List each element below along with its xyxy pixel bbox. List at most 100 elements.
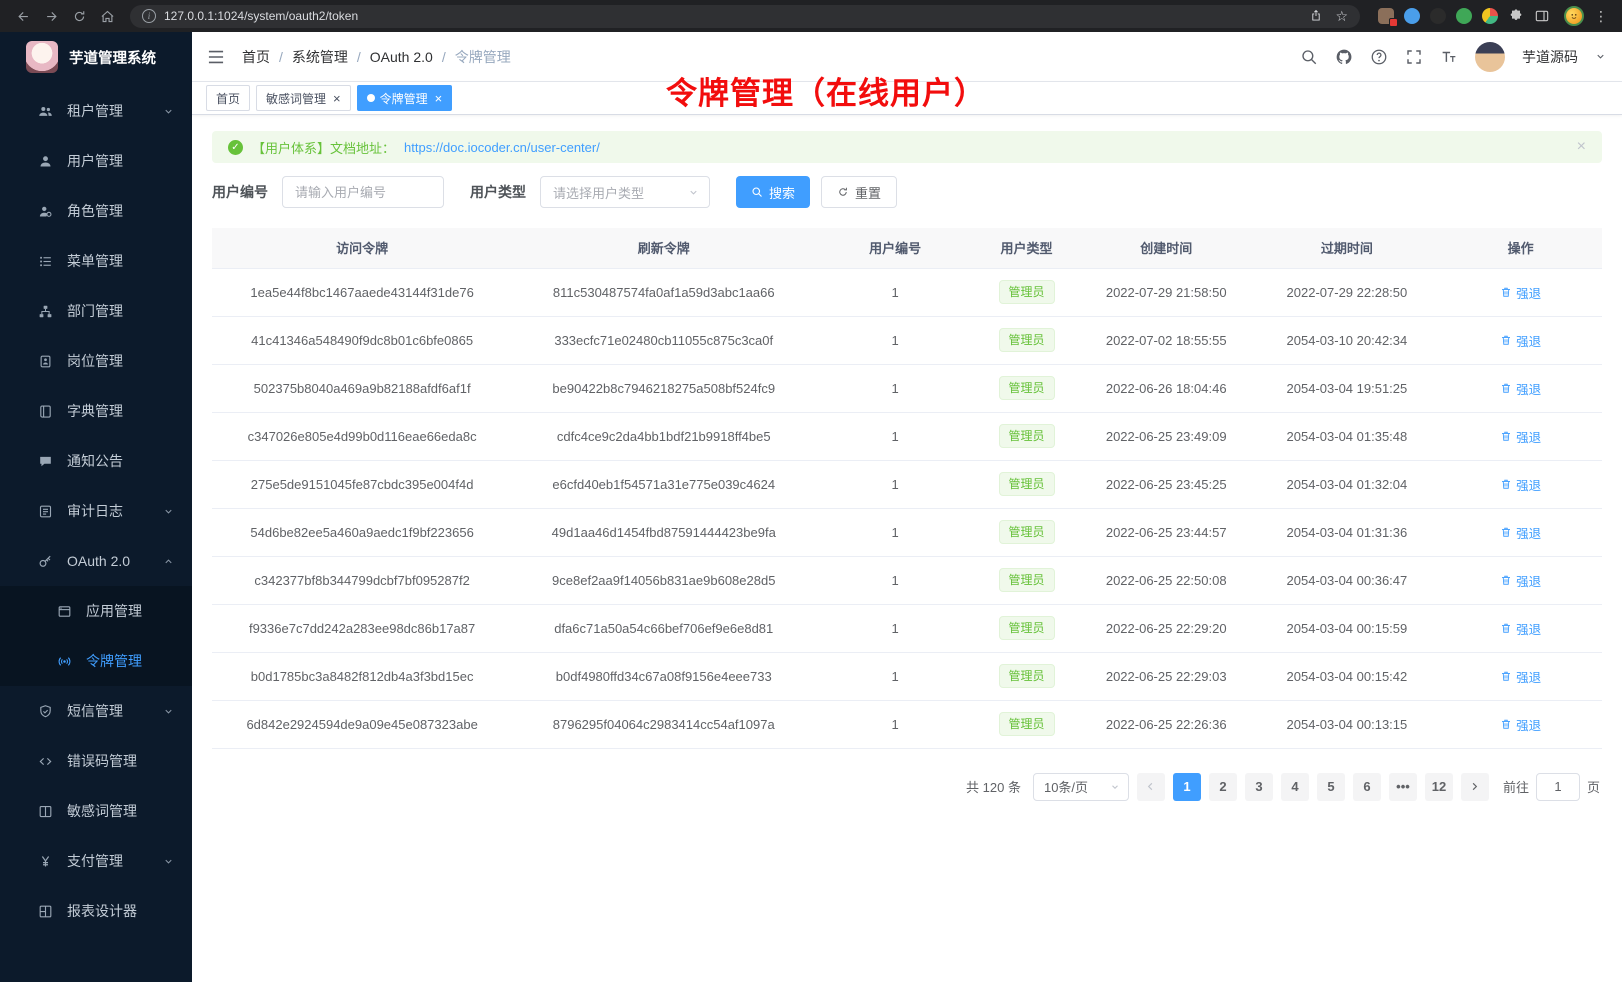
trash-icon: [1500, 286, 1512, 298]
chevron-down-icon: [163, 706, 174, 717]
page-button[interactable]: 2: [1209, 773, 1237, 801]
user-type-cell: 管理员: [975, 508, 1078, 556]
force-logout-button[interactable]: 强退: [1500, 619, 1541, 638]
chevron-down-icon[interactable]: [1595, 51, 1606, 62]
back-icon[interactable]: [10, 3, 36, 29]
actions-cell: 强退: [1439, 460, 1602, 508]
sidebar-item[interactable]: 错误码管理: [0, 736, 192, 786]
table-row: 41c41346a548490f9dc8b01c6bfe0865 333ecfc…: [212, 316, 1602, 364]
font-size-icon[interactable]: [1440, 48, 1458, 66]
help-icon[interactable]: [1370, 48, 1388, 66]
created-time-cell: 2022-06-25 22:29:03: [1078, 652, 1255, 700]
page-button[interactable]: 6: [1353, 773, 1381, 801]
user-type-badge: 管理员: [999, 424, 1055, 448]
page-button[interactable]: 4: [1281, 773, 1309, 801]
browser-profile-avatar[interactable]: [1564, 6, 1584, 26]
sidebar-item[interactable]: 敏感词管理: [0, 786, 192, 836]
breadcrumb-item[interactable]: 首页: [242, 47, 270, 67]
actions-cell: 强退: [1439, 700, 1602, 748]
page-button[interactable]: 12: [1425, 773, 1453, 801]
force-logout-button[interactable]: 强退: [1500, 283, 1541, 302]
extension-icon[interactable]: [1456, 8, 1472, 24]
site-info-icon[interactable]: i: [142, 9, 156, 23]
fullscreen-icon[interactable]: [1405, 48, 1423, 66]
tab[interactable]: 令牌管理×: [357, 85, 453, 111]
page-button[interactable]: 3: [1245, 773, 1273, 801]
url-bar[interactable]: i 127.0.0.1:1024/system/oauth2/token ☆: [130, 5, 1360, 28]
user-type-select[interactable]: 请选择用户类型: [540, 176, 710, 208]
user-type-cell: 管理员: [975, 364, 1078, 412]
sidebar-item[interactable]: 岗位管理: [0, 336, 192, 386]
forward-icon[interactable]: [38, 3, 64, 29]
actions-cell: 强退: [1439, 316, 1602, 364]
force-logout-button[interactable]: 强退: [1500, 523, 1541, 542]
force-logout-button[interactable]: 强退: [1500, 427, 1541, 446]
github-icon[interactable]: [1335, 48, 1353, 66]
sidebar-item[interactable]: OAuth 2.0: [0, 536, 192, 586]
user-type-badge: 管理员: [999, 328, 1055, 352]
refresh-token-cell: 811c530487574fa0af1a59d3abc1aa66: [512, 268, 815, 316]
access-token-cell: c347026e805e4d99b0d116eae66eda8c: [212, 412, 512, 460]
user-id-input[interactable]: [282, 176, 444, 208]
username[interactable]: 芋道源码: [1522, 47, 1578, 67]
refresh-icon[interactable]: [66, 3, 92, 29]
side-panel-icon[interactable]: [1534, 8, 1550, 24]
extensions-puzzle-icon[interactable]: [1508, 8, 1524, 24]
close-tab-icon[interactable]: ×: [435, 92, 443, 105]
page-button[interactable]: 1: [1173, 773, 1201, 801]
home-icon[interactable]: [94, 3, 120, 29]
sidebar-subitem[interactable]: 令牌管理: [0, 636, 192, 686]
sidebar-item[interactable]: 短信管理: [0, 686, 192, 736]
force-logout-button[interactable]: 强退: [1500, 715, 1541, 734]
sidebar-item[interactable]: 部门管理: [0, 286, 192, 336]
page-button[interactable]: 5: [1317, 773, 1345, 801]
extension-icon[interactable]: [1482, 8, 1498, 24]
sidebar-item[interactable]: 用户管理: [0, 136, 192, 186]
next-page-button[interactable]: [1461, 773, 1489, 801]
sidebar-toggle-icon[interactable]: [206, 47, 226, 67]
force-logout-button[interactable]: 强退: [1500, 379, 1541, 398]
page-size-select[interactable]: 10条/页: [1033, 773, 1129, 801]
prev-page-button[interactable]: [1137, 773, 1165, 801]
search-icon[interactable]: [1300, 48, 1318, 66]
bookmark-star-icon[interactable]: ☆: [1335, 9, 1348, 23]
sidebar-item[interactable]: 审计日志: [0, 486, 192, 536]
trash-icon: [1500, 670, 1512, 682]
refresh-token-cell: cdfc4ce9c2da4bb1bdf21b9918ff4be5: [512, 412, 815, 460]
sidebar-item[interactable]: 菜单管理: [0, 236, 192, 286]
sidebar-item[interactable]: 租户管理: [0, 86, 192, 136]
extension-icon[interactable]: [1404, 8, 1420, 24]
force-logout-button[interactable]: 强退: [1500, 571, 1541, 590]
user-avatar[interactable]: [1475, 42, 1505, 72]
reset-button[interactable]: 重置: [821, 176, 897, 208]
force-logout-button[interactable]: 强退: [1500, 667, 1541, 686]
share-icon[interactable]: [1309, 9, 1323, 23]
column-header: 访问令牌: [212, 228, 512, 268]
tab[interactable]: 首页: [206, 85, 250, 111]
force-logout-button[interactable]: 强退: [1500, 331, 1541, 350]
sidebar-item[interactable]: 字典管理: [0, 386, 192, 436]
sidebar-item[interactable]: 支付管理: [0, 836, 192, 886]
app-logo[interactable]: 芋道管理系统: [0, 32, 192, 82]
tab[interactable]: 敏感词管理×: [256, 85, 351, 111]
user-type-badge: 管理员: [999, 280, 1055, 304]
search-button[interactable]: 搜索: [736, 176, 810, 208]
sidebar-item[interactable]: 通知公告: [0, 436, 192, 486]
extension-icon[interactable]: [1378, 8, 1394, 24]
code-icon: [38, 754, 53, 769]
user-type-badge: 管理员: [999, 664, 1055, 688]
sidebar-item[interactable]: 角色管理: [0, 186, 192, 236]
sidebar-subitem[interactable]: 应用管理: [0, 586, 192, 636]
sidebar-item[interactable]: 报表设计器: [0, 886, 192, 936]
extension-icon[interactable]: [1430, 8, 1446, 24]
created-time-cell: 2022-07-02 18:55:55: [1078, 316, 1255, 364]
pagination-ellipsis[interactable]: •••: [1389, 773, 1417, 801]
alert-close-icon[interactable]: ×: [1577, 138, 1586, 156]
doc-link[interactable]: https://doc.iocoder.cn/user-center/: [404, 140, 600, 155]
browser-menu-icon[interactable]: ⋮: [1590, 8, 1612, 25]
goto-page-input[interactable]: [1536, 773, 1580, 801]
close-tab-icon[interactable]: ×: [333, 92, 341, 105]
breadcrumb-item[interactable]: OAuth 2.0: [370, 49, 433, 65]
force-logout-button[interactable]: 强退: [1500, 475, 1541, 494]
breadcrumb-item[interactable]: 系统管理: [292, 47, 348, 67]
